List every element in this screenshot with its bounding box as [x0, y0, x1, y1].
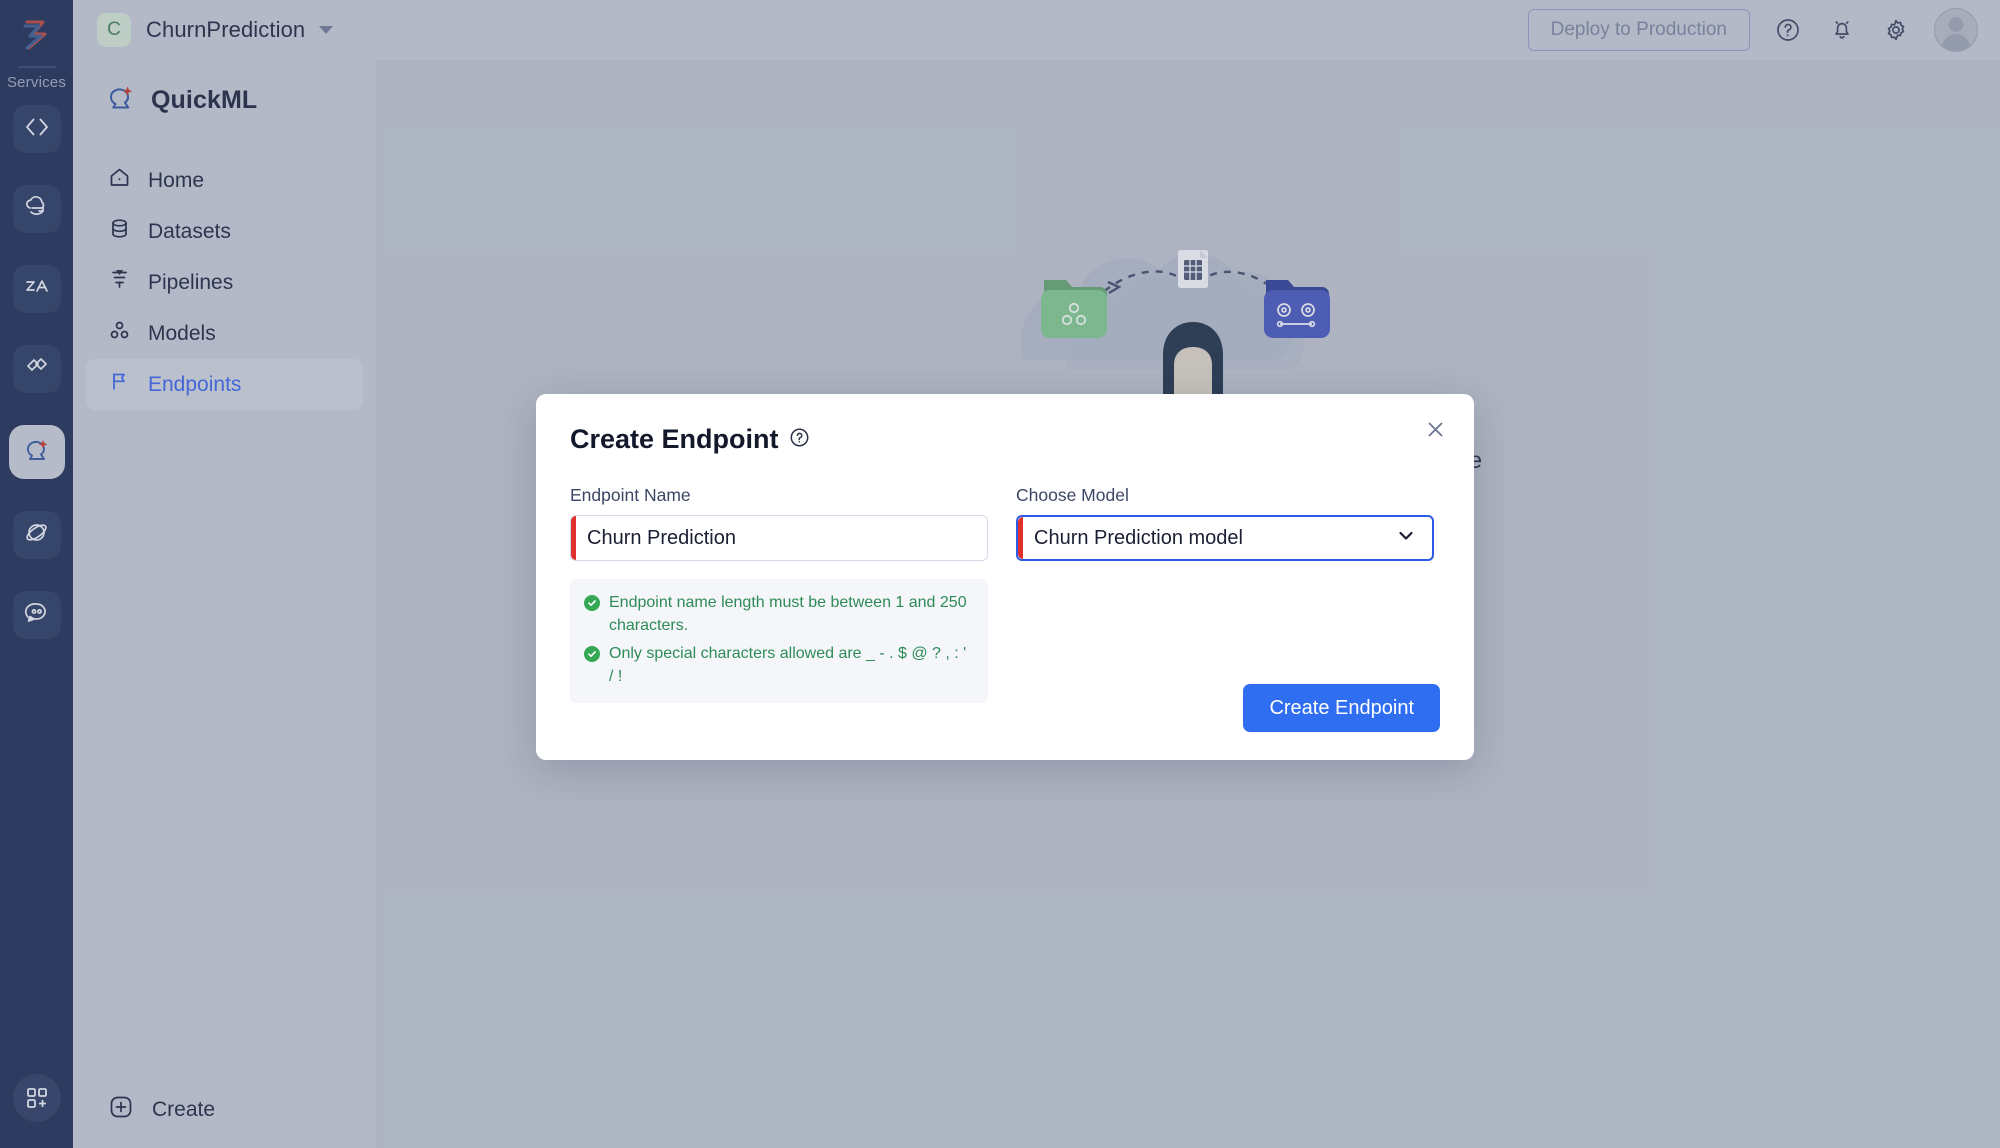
list-item: Endpoint name length must be between 1 a…	[584, 592, 973, 637]
submit-create-endpoint-button[interactable]: Create Endpoint	[1243, 684, 1440, 732]
dialog-form: Endpoint Name Churn Prediction Endpoint …	[570, 485, 1440, 703]
hint-text: Only special characters allowed are _ - …	[609, 643, 969, 688]
endpoint-name-label: Endpoint Name	[570, 485, 988, 506]
chevron-down-icon[interactable]	[1396, 526, 1416, 551]
dialog-actions: Create Endpoint	[1243, 684, 1440, 732]
endpoint-name-value: Churn Prediction	[587, 527, 736, 550]
close-icon[interactable]	[1420, 414, 1450, 444]
choose-model-value: Churn Prediction model	[1034, 527, 1243, 550]
choose-model-select[interactable]: Churn Prediction model	[1016, 515, 1434, 561]
dialog-title-row: Create Endpoint	[570, 424, 1440, 455]
endpoint-name-input[interactable]: Churn Prediction	[570, 515, 988, 561]
choose-model-label: Choose Model	[1016, 485, 1434, 506]
create-endpoint-dialog: Create Endpoint Endpoint Name Churn Pred…	[536, 394, 1474, 760]
help-circle-icon[interactable]	[789, 424, 810, 455]
validation-hints: Endpoint name length must be between 1 a…	[570, 579, 988, 703]
choose-model-field: Choose Model Churn Prediction model	[1016, 485, 1434, 703]
list-item: Only special characters allowed are _ - …	[584, 643, 973, 688]
app-root: Services	[0, 0, 2000, 1148]
check-circle-icon	[584, 595, 600, 611]
endpoint-name-field: Endpoint Name Churn Prediction Endpoint …	[570, 485, 988, 703]
hint-text: Endpoint name length must be between 1 a…	[609, 592, 969, 637]
check-circle-icon	[584, 646, 600, 662]
page-title: Create Endpoint	[570, 424, 779, 455]
